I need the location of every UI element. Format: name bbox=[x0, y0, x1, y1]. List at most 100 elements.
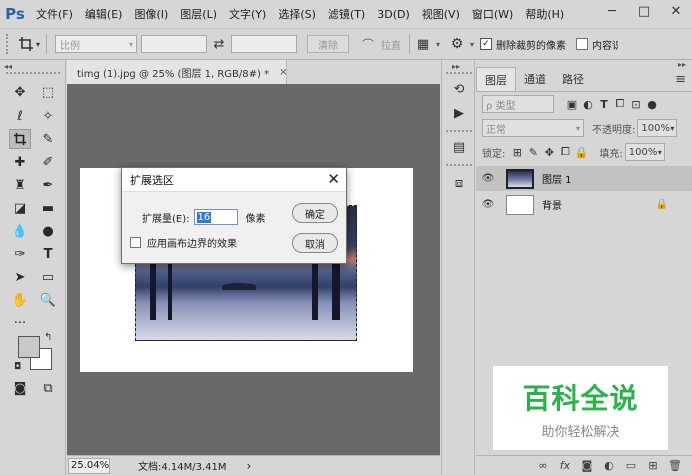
filter-shape-icon[interactable]: ⧠ bbox=[612, 97, 628, 111]
toolbar-collapse-icon[interactable]: ◂◂ bbox=[4, 62, 12, 71]
maximize-button[interactable]: □ bbox=[628, 0, 660, 22]
cancel-button[interactable]: 取消 bbox=[292, 233, 338, 253]
menu-window[interactable]: 窗口(W) bbox=[466, 6, 519, 22]
history-panel-icon[interactable]: ⟲ bbox=[448, 78, 470, 100]
menu-select[interactable]: 选择(S) bbox=[272, 6, 322, 22]
tab-layers[interactable]: 图层 bbox=[476, 67, 516, 91]
brush-tool-icon[interactable]: ✐ bbox=[37, 152, 59, 172]
adjustments-panel-icon[interactable]: ⧈ bbox=[448, 172, 470, 194]
eyedropper-tool-icon[interactable]: ✎ bbox=[37, 129, 59, 149]
panel-menu-icon[interactable]: ≡ bbox=[675, 72, 686, 87]
swap-icon[interactable]: ⇄ bbox=[207, 37, 231, 52]
gear-icon[interactable]: ⚙ bbox=[444, 36, 470, 52]
pen-tool-icon[interactable]: ✑ bbox=[9, 244, 31, 264]
tab-channels[interactable]: 通道 bbox=[516, 67, 554, 91]
document-tab[interactable]: timg (1).jpg @ 25% (图层 1, RGB/8#) * × bbox=[67, 60, 288, 84]
menu-help[interactable]: 帮助(H) bbox=[519, 6, 570, 22]
screen-mode-icon[interactable]: ⧉ bbox=[37, 378, 59, 398]
delete-cropped-checkbox[interactable]: ✓ bbox=[480, 38, 493, 50]
close-window-button[interactable]: ✕ bbox=[660, 0, 692, 22]
crop-tool-icon[interactable] bbox=[9, 129, 31, 149]
magic-wand-tool-icon[interactable]: ✧ bbox=[37, 106, 59, 126]
ratio-select[interactable]: 比例 ▾ bbox=[55, 35, 137, 53]
move-tool-icon[interactable]: ✥ bbox=[9, 82, 31, 102]
menu-3d[interactable]: 3D(D) bbox=[371, 8, 416, 21]
filter-pixel-icon[interactable]: ▣ bbox=[564, 98, 580, 111]
menu-file[interactable]: 文件(F) bbox=[30, 6, 79, 22]
visibility-eye-icon[interactable]: 👁 bbox=[476, 173, 500, 184]
more-tools-icon[interactable]: ··· bbox=[9, 313, 31, 333]
layer-name: 背景 bbox=[542, 201, 562, 212]
menu-type[interactable]: 文字(Y) bbox=[223, 6, 272, 22]
ok-button[interactable]: 确定 bbox=[292, 203, 338, 223]
lock-artboard-icon[interactable]: ⧠ bbox=[557, 145, 573, 159]
marquee-tool-icon[interactable]: ⬚ bbox=[37, 82, 59, 102]
collapse-strip-icon[interactable]: ▸▸ bbox=[452, 62, 460, 71]
link-icon[interactable]: ∞ bbox=[532, 459, 554, 472]
foreground-color-swatch[interactable] bbox=[18, 336, 40, 358]
clone-stamp-tool-icon[interactable]: ♜ bbox=[9, 175, 31, 195]
lock-transparent-icon[interactable]: ⊞ bbox=[509, 146, 525, 159]
filter-adjustment-icon[interactable]: ◐ bbox=[580, 98, 596, 111]
quick-mask-icon[interactable]: ◙ bbox=[9, 378, 31, 398]
new-layer-icon[interactable]: ⊞ bbox=[642, 459, 664, 472]
crop-tool-preset-icon[interactable]: ▾ bbox=[12, 33, 46, 55]
fx-icon[interactable]: fx bbox=[554, 459, 576, 472]
status-arrow-icon[interactable]: › bbox=[247, 459, 252, 473]
lock-all-icon[interactable]: 🔒 bbox=[573, 146, 589, 159]
dodge-tool-icon[interactable]: ● bbox=[37, 221, 59, 241]
clear-button[interactable]: 清除 bbox=[307, 35, 349, 53]
adjustment-icon[interactable]: ◐ bbox=[598, 459, 620, 472]
close-document-icon[interactable]: × bbox=[279, 67, 287, 78]
content-aware-checkbox[interactable] bbox=[576, 38, 589, 50]
visibility-eye-icon[interactable]: 👁 bbox=[476, 199, 500, 210]
tab-paths[interactable]: 路径 bbox=[554, 67, 592, 91]
expand-amount-input[interactable]: 16 bbox=[193, 209, 238, 225]
canvas-bounds-checkbox[interactable] bbox=[130, 237, 141, 248]
gradient-tool-icon[interactable]: ▬ bbox=[37, 198, 59, 218]
canvas-workspace[interactable] bbox=[67, 84, 440, 455]
path-selection-tool-icon[interactable]: ➤ bbox=[9, 267, 31, 287]
width-field[interactable] bbox=[141, 35, 207, 53]
opacity-field[interactable]: 100% ▾ bbox=[637, 119, 678, 137]
history-brush-tool-icon[interactable]: ✒ bbox=[37, 175, 59, 195]
menu-image[interactable]: 图像(I) bbox=[128, 6, 174, 22]
swap-colors-icon[interactable]: ↰ bbox=[44, 332, 52, 343]
group-icon[interactable]: ▭ bbox=[620, 459, 642, 472]
blend-mode-select[interactable]: 正常 ▾ bbox=[482, 119, 584, 137]
mask-icon[interactable]: ◙ bbox=[576, 459, 598, 472]
layer-row[interactable]: 👁 背景 🔒 bbox=[476, 192, 692, 217]
healing-brush-tool-icon[interactable]: ✚ bbox=[9, 152, 31, 172]
blend-mode-value: 正常 bbox=[486, 124, 506, 136]
overlay-grid-icon[interactable]: ▦ bbox=[410, 37, 436, 52]
menu-view[interactable]: 视图(V) bbox=[416, 6, 466, 22]
document-size[interactable]: 文档:4.14M/3.41M bbox=[138, 458, 227, 473]
lock-position-icon[interactable]: ✥ bbox=[541, 146, 557, 159]
layer-row[interactable]: 👁 图层 1 bbox=[476, 166, 692, 191]
fill-field[interactable]: 100% ▾ bbox=[624, 143, 665, 161]
filter-type-icon[interactable]: T bbox=[596, 98, 612, 111]
actions-panel-icon[interactable]: ▶ bbox=[448, 102, 470, 124]
straighten-icon[interactable]: ⌒ bbox=[355, 36, 381, 53]
zoom-field[interactable]: 25.04% bbox=[68, 457, 110, 474]
trash-icon[interactable]: 🗑 bbox=[664, 459, 686, 472]
lasso-tool-icon[interactable]: ℓ bbox=[9, 106, 31, 126]
filter-toggle-icon[interactable]: ● bbox=[644, 98, 660, 111]
height-field[interactable] bbox=[231, 35, 297, 53]
eraser-tool-icon[interactable]: ◪ bbox=[9, 198, 31, 218]
blur-tool-icon[interactable]: 💧 bbox=[9, 221, 31, 241]
hand-tool-icon[interactable]: ✋ bbox=[9, 290, 31, 310]
minimize-button[interactable]: ─ bbox=[596, 0, 628, 22]
lock-image-icon[interactable]: ✎ bbox=[525, 146, 541, 159]
menu-filter[interactable]: 滤镜(T) bbox=[322, 6, 371, 22]
default-colors-icon[interactable]: ◘ bbox=[14, 362, 21, 372]
zoom-tool-icon[interactable]: 🔍 bbox=[37, 290, 59, 310]
dialog-close-icon[interactable]: ✕ bbox=[327, 170, 340, 188]
menu-edit[interactable]: 编辑(E) bbox=[79, 6, 129, 22]
type-tool-icon[interactable]: T bbox=[37, 244, 59, 264]
properties-panel-icon[interactable]: ▤ bbox=[448, 136, 470, 158]
layer-filter-select[interactable]: ρ 类型 bbox=[482, 95, 554, 113]
menu-layer[interactable]: 图层(L) bbox=[174, 6, 223, 22]
filter-smart-object-icon[interactable]: ⊡ bbox=[628, 98, 644, 111]
rectangle-tool-icon[interactable]: ▭ bbox=[37, 267, 59, 287]
